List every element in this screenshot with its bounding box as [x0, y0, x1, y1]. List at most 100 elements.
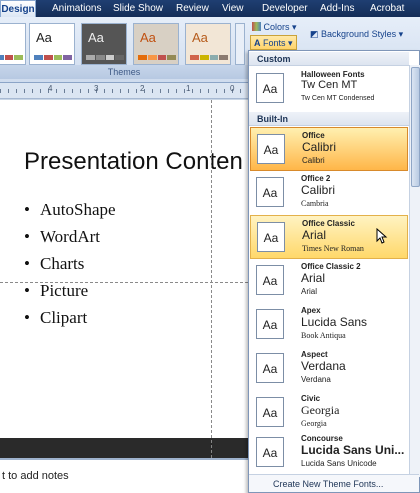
theme-thumb-label: Aa [192, 30, 208, 45]
colors-label: Colors [263, 22, 290, 32]
notes-pane[interactable]: t to add notes [0, 458, 248, 493]
tab-add-ins[interactable]: Add-Ins [320, 0, 354, 17]
font-theme-office-2[interactable]: Aa Office 2 Calibri Cambria [250, 171, 408, 215]
colors-button[interactable]: Colors ▾ [252, 20, 297, 35]
tab-design[interactable]: Design [0, 0, 36, 17]
dropdown-scrollbar[interactable] [409, 65, 420, 477]
palette-icon [252, 22, 261, 31]
heading-font: Calibri [301, 183, 336, 197]
theme-thumbnail[interactable]: Aa [81, 23, 127, 65]
ruler-number: 2 [140, 84, 145, 93]
drawing-guide-vertical[interactable] [211, 100, 212, 458]
tab-slide-show[interactable]: Slide Show [113, 0, 163, 17]
ruler-number: 3 [94, 84, 99, 93]
ruler-number: 0 [230, 84, 235, 93]
theme-thumb-label: Aa [36, 30, 52, 45]
theme-font-icon: Aa [256, 309, 284, 339]
font-theme-office-classic-2[interactable]: Aa Office Classic 2 Arial Arial [250, 259, 408, 303]
theme-font-icon: Aa [256, 437, 284, 467]
bullet-marker: • [24, 227, 30, 246]
ruler-number: 4 [48, 84, 53, 93]
bullet-text: AutoShape [40, 200, 116, 219]
bullet-text: Clipart [40, 308, 88, 327]
bullet-marker: • [24, 200, 30, 219]
theme-name: Office Classic 2 [301, 262, 361, 271]
bullet-text: Picture [40, 281, 89, 300]
body-font: Georgia [301, 419, 327, 428]
chevron-down-icon: ▾ [288, 38, 293, 48]
create-new-theme-fonts-label: Create New Theme Fonts... [273, 479, 384, 489]
font-theme-concourse[interactable]: Aa Concourse Lucida Sans Uni... Lucida S… [250, 431, 408, 475]
theme-name: Office Classic [302, 219, 355, 228]
body-font: Cambria [301, 199, 329, 208]
chevron-down-icon: ▾ [292, 22, 297, 32]
theme-name: Aspect [301, 350, 328, 359]
paint-bucket-icon: ◩ [310, 29, 319, 39]
notes-placeholder: t to add notes [2, 470, 69, 482]
tab-developer[interactable]: Developer [262, 0, 308, 17]
heading-font: Georgia [301, 403, 340, 417]
theme-name: Office 2 [301, 174, 331, 183]
theme-thumb-label: Aa [140, 30, 156, 45]
bullet-marker: • [24, 281, 30, 300]
bullet-marker: • [24, 254, 30, 273]
theme-thumbnail[interactable]: Aa [29, 23, 75, 65]
scrollbar-thumb[interactable] [411, 67, 420, 187]
bullet-text: Charts [40, 254, 85, 273]
mouse-pointer-icon [376, 228, 388, 244]
theme-name: Office [302, 131, 325, 140]
font-theme-apex[interactable]: Aa Apex Lucida Sans Book Antiqua [250, 303, 408, 347]
bullet-marker: • [24, 308, 30, 327]
theme-thumbnail[interactable] [0, 23, 26, 65]
body-font: Arial [301, 287, 318, 296]
theme-font-icon: Aa [256, 73, 284, 103]
theme-thumbnail[interactable]: Aa [185, 23, 231, 65]
themes-group-label: Themes [0, 65, 248, 79]
font-theme-aspect[interactable]: Aa Aspect Verdana Verdana [250, 347, 408, 391]
bullet-item[interactable]: • Charts [24, 254, 84, 274]
slide-title[interactable]: Presentation Conten [24, 148, 243, 176]
ruler-number: 1 [186, 84, 191, 93]
theme-font-icon: Aa [256, 353, 284, 383]
background-styles-label: Background Styles [321, 29, 397, 39]
heading-font: Verdana [301, 359, 346, 373]
bullet-item[interactable]: • AutoShape [24, 200, 116, 220]
body-font: Times New Roman [302, 244, 364, 253]
bullet-item[interactable]: • Clipart [24, 308, 87, 328]
bullet-item[interactable]: • Picture [24, 281, 88, 301]
theme-gallery-scrollbar[interactable] [235, 23, 245, 65]
theme-font-icon: Aa [257, 222, 285, 252]
tab-animations[interactable]: Animations [52, 0, 101, 17]
body-font: Lucida Sans Unicode [301, 459, 377, 468]
font-theme-halloween[interactable]: Aa Halloween Fonts Tw Cen MT Tw Cen MT C… [250, 67, 408, 111]
fonts-button[interactable]: A Fonts ▾ [250, 35, 297, 50]
ribbon-tab-strip: Design Animations Slide Show Review View… [0, 0, 420, 17]
theme-name: Civic [301, 394, 321, 403]
theme-thumbnail[interactable]: Aa [133, 23, 179, 65]
section-header-built-in: Built-In [249, 112, 409, 126]
theme-font-icon: Aa [256, 177, 284, 207]
theme-font-icon: Aa [256, 397, 284, 427]
font-a-icon: A [254, 38, 261, 48]
theme-name: Apex [301, 306, 321, 315]
background-styles-button[interactable]: ◩ Background Styles ▾ [310, 27, 403, 42]
body-font: Verdana [301, 375, 331, 384]
tab-view[interactable]: View [222, 0, 244, 17]
body-font: Book Antiqua [301, 331, 346, 340]
font-theme-office[interactable]: Aa Office Calibri Calibri [250, 127, 408, 171]
body-font: Tw Cen MT Condensed [301, 95, 375, 102]
tab-review[interactable]: Review [176, 0, 209, 17]
heading-font: Lucida Sans Uni... [301, 443, 405, 457]
heading-font: Lucida Sans [301, 315, 368, 329]
bullet-text: WordArt [40, 227, 101, 246]
bullet-item[interactable]: • WordArt [24, 227, 100, 247]
font-theme-civic[interactable]: Aa Civic Georgia Georgia [250, 391, 408, 435]
heading-font: Arial [301, 271, 326, 285]
theme-name: Halloween Fonts [301, 70, 365, 79]
theme-font-icon: Aa [257, 134, 285, 164]
theme-thumb-label: Aa [88, 30, 104, 45]
tab-acrobat[interactable]: Acrobat [370, 0, 404, 17]
body-font: Calibri [302, 156, 325, 165]
create-new-theme-fonts-button[interactable]: Create New Theme Fonts... [249, 474, 419, 492]
theme-font-icon: Aa [256, 265, 284, 295]
